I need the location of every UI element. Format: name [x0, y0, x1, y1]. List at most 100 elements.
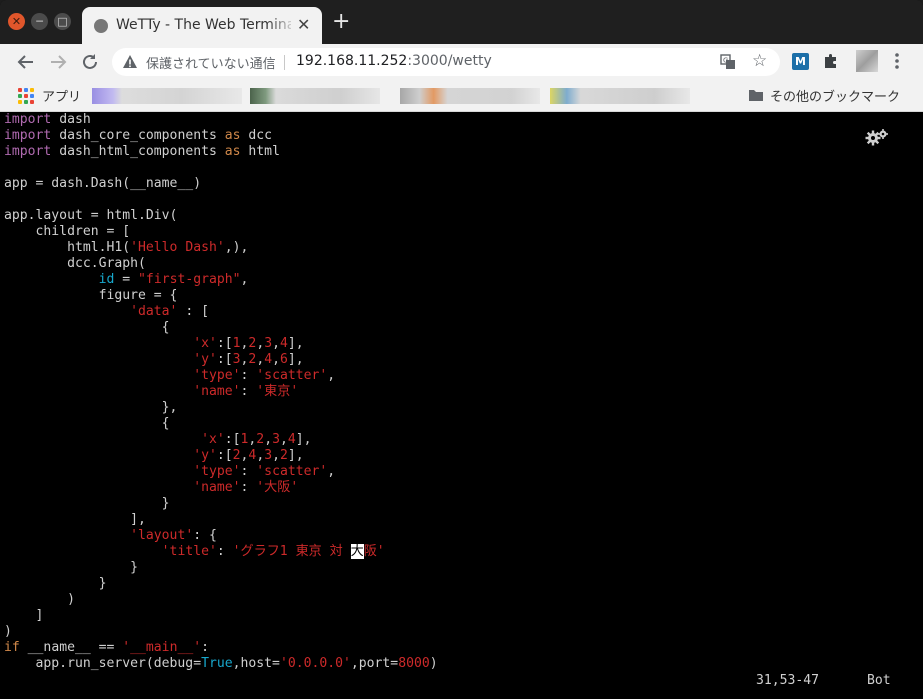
code-line: import dash: [4, 112, 438, 128]
code-token: if: [4, 640, 20, 655]
code-token: :: [240, 384, 257, 399]
code-token: dcc.Graph(: [4, 256, 146, 271]
url-text[interactable]: 192.168.11.252:3000/wetty: [296, 53, 492, 69]
code-token: ],: [295, 432, 312, 447]
code-line: 'y':[3,2,4,6],: [4, 352, 438, 368]
code-token: '__main__': [122, 640, 202, 655]
profile-avatar[interactable]: [856, 50, 878, 72]
code-token: ,: [327, 368, 336, 383]
terminal-view[interactable]: import dash import dash_core_components a…: [0, 112, 923, 699]
bookmarks-bar: アプリ その他のブックマーク: [0, 80, 923, 112]
code-token: dash_core_components: [51, 128, 225, 143]
bookmark-item[interactable]: [250, 88, 380, 104]
code-token: "first-graph": [138, 272, 241, 287]
window-maximize-button[interactable]: □: [54, 13, 71, 30]
code-token: id: [98, 272, 115, 287]
code-token: 'x': [193, 336, 217, 351]
code-line: html.H1('Hello Dash',),: [4, 240, 438, 256]
browser-toolbar: 保護されていない通信 192.168.11.252:3000/wetty G ☆…: [0, 44, 923, 80]
code-token: :[: [224, 432, 241, 447]
code-token: 3: [264, 448, 273, 463]
code-token: :: [216, 544, 233, 559]
reload-button[interactable]: [78, 50, 102, 74]
code-token: 6: [279, 352, 288, 367]
code-token: : {: [193, 528, 217, 543]
vim-cursor-position: 31,53-47: [756, 673, 820, 688]
code-token: ,),: [224, 240, 249, 255]
apps-bookmark[interactable]: アプリ: [42, 86, 81, 105]
code-token: 3: [232, 352, 241, 367]
code-line: ]: [4, 608, 438, 624]
bookmark-item[interactable]: [550, 88, 690, 104]
code-line: figure = {: [4, 288, 438, 304]
code-token: 'scatter': [256, 368, 328, 383]
code-line: app.run_server(debug=True,host='0.0.0.0'…: [4, 656, 438, 672]
forward-button[interactable]: [46, 50, 70, 74]
code-line: dcc.Graph(: [4, 256, 438, 272]
code-token: : [: [177, 304, 209, 319]
code-token: dash_html_components: [51, 144, 225, 159]
new-tab-button[interactable]: +: [332, 11, 350, 33]
window-close-button[interactable]: ✕: [8, 13, 25, 30]
address-bar[interactable]: 保護されていない通信 192.168.11.252:3000/wetty G ☆: [112, 48, 780, 76]
tab-close-icon[interactable]: ✕: [297, 17, 310, 33]
code-token: ,: [272, 448, 280, 463]
code-token: :: [240, 464, 257, 479]
maximize-icon: □: [57, 15, 68, 28]
vim-editor-buffer[interactable]: import dash import dash_core_components a…: [4, 112, 438, 672]
code-token: :[: [216, 352, 233, 367]
code-line: 'y':[2,4,3,2],: [4, 448, 438, 464]
extension-m-button[interactable]: M: [792, 53, 809, 70]
code-token: '大阪': [256, 480, 299, 495]
code-token: __name__ ==: [19, 640, 123, 655]
security-label[interactable]: 保護されていない通信: [146, 53, 276, 72]
code-token: 4: [264, 352, 273, 367]
code-token: ,port=: [350, 656, 399, 671]
code-token: :[: [216, 336, 233, 351]
url-host: 192.168.11.252: [296, 53, 408, 69]
code-line: 'data' : [: [4, 304, 438, 320]
code-line: 'title': 'グラフ1 東京 対 大阪': [4, 544, 438, 560]
code-token: True: [201, 656, 233, 671]
code-line: }: [4, 560, 438, 576]
window-minimize-button[interactable]: ─: [31, 13, 48, 30]
warning-icon[interactable]: [122, 54, 138, 70]
code-token: {: [4, 416, 170, 431]
apps-icon[interactable]: [18, 88, 34, 104]
back-button[interactable]: [14, 50, 38, 74]
bookmark-item[interactable]: [400, 88, 540, 104]
star-icon[interactable]: ☆: [752, 53, 767, 70]
code-line: }: [4, 576, 438, 592]
code-token: dash: [51, 112, 91, 127]
puzzle-icon[interactable]: [822, 52, 840, 70]
code-token: 4: [279, 336, 288, 351]
globe-icon: [94, 19, 108, 33]
code-token: app.layout = html.Div(: [4, 208, 178, 223]
code-token: 2: [279, 448, 288, 463]
code-token: }: [4, 496, 170, 511]
tab-bar: ✕ ─ □ WeTTy - The Web Terminal ✕ +: [0, 0, 923, 44]
other-bookmarks[interactable]: その他のブックマーク: [770, 86, 900, 105]
bookmark-item[interactable]: [92, 88, 242, 104]
code-token: app.run_server(debug=: [4, 656, 202, 671]
code-token: figure = {: [4, 288, 178, 303]
tab-wetty[interactable]: WeTTy - The Web Terminal ✕: [82, 7, 322, 44]
menu-dots-icon[interactable]: [894, 52, 900, 70]
code-token: }: [4, 560, 139, 575]
code-token: 'name': [193, 480, 241, 495]
code-token: },: [4, 400, 178, 415]
gear-icon[interactable]: [865, 128, 889, 146]
code-token: ): [4, 592, 75, 607]
code-token: 2: [256, 432, 265, 447]
code-token: '0.0.0.0': [279, 656, 351, 671]
code-line: 'layout': {: [4, 528, 438, 544]
code-token: ],: [287, 352, 304, 367]
translate-icon[interactable]: G: [720, 54, 736, 70]
